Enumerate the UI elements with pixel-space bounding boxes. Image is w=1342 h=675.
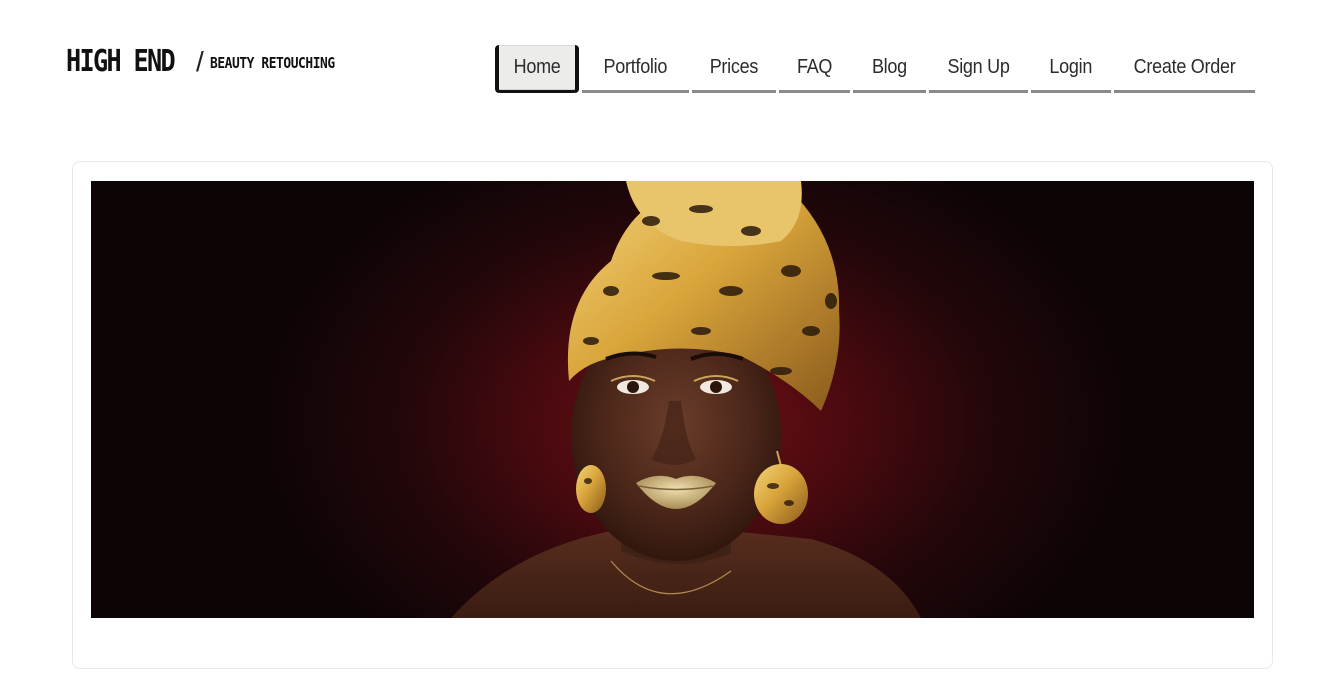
nav-create-order-label: Create Order xyxy=(1133,56,1236,78)
nav-faq[interactable]: FAQ xyxy=(779,45,850,93)
page: HIGH END / BEAUTY RETOUCHING Home Portfo… xyxy=(0,0,1342,675)
nav-prices[interactable]: Prices xyxy=(692,45,776,93)
nav-create-order[interactable]: Create Order xyxy=(1114,45,1255,93)
nav-login[interactable]: Login xyxy=(1031,45,1111,93)
logo-subtitle: BEAUTY RETOUCHING xyxy=(209,53,335,72)
hero-portrait-illustration xyxy=(451,181,921,618)
nav-blog-label: Blog xyxy=(872,56,907,78)
nav-blog[interactable]: Blog xyxy=(853,45,926,93)
nav-sign-up-label: Sign Up xyxy=(947,56,1010,78)
hero-card xyxy=(72,161,1273,669)
nav-prices-label: Prices xyxy=(709,56,759,78)
logo-main-text: HIGH END xyxy=(66,44,176,79)
nav-sign-up[interactable]: Sign Up xyxy=(929,45,1028,93)
main-navigation: Home Portfolio Prices FAQ Blog Sign Up L… xyxy=(495,45,1255,93)
nav-portfolio[interactable]: Portfolio xyxy=(582,45,689,93)
nav-login-label: Login xyxy=(1049,56,1093,78)
nav-portfolio-label: Portfolio xyxy=(603,56,668,78)
logo-divider: / xyxy=(196,45,204,77)
hero-image xyxy=(91,181,1254,618)
nav-home[interactable]: Home xyxy=(495,45,579,93)
nav-faq-label: FAQ xyxy=(796,56,833,78)
nav-home-label: Home xyxy=(513,56,561,78)
site-logo[interactable]: HIGH END / BEAUTY RETOUCHING xyxy=(66,44,355,79)
